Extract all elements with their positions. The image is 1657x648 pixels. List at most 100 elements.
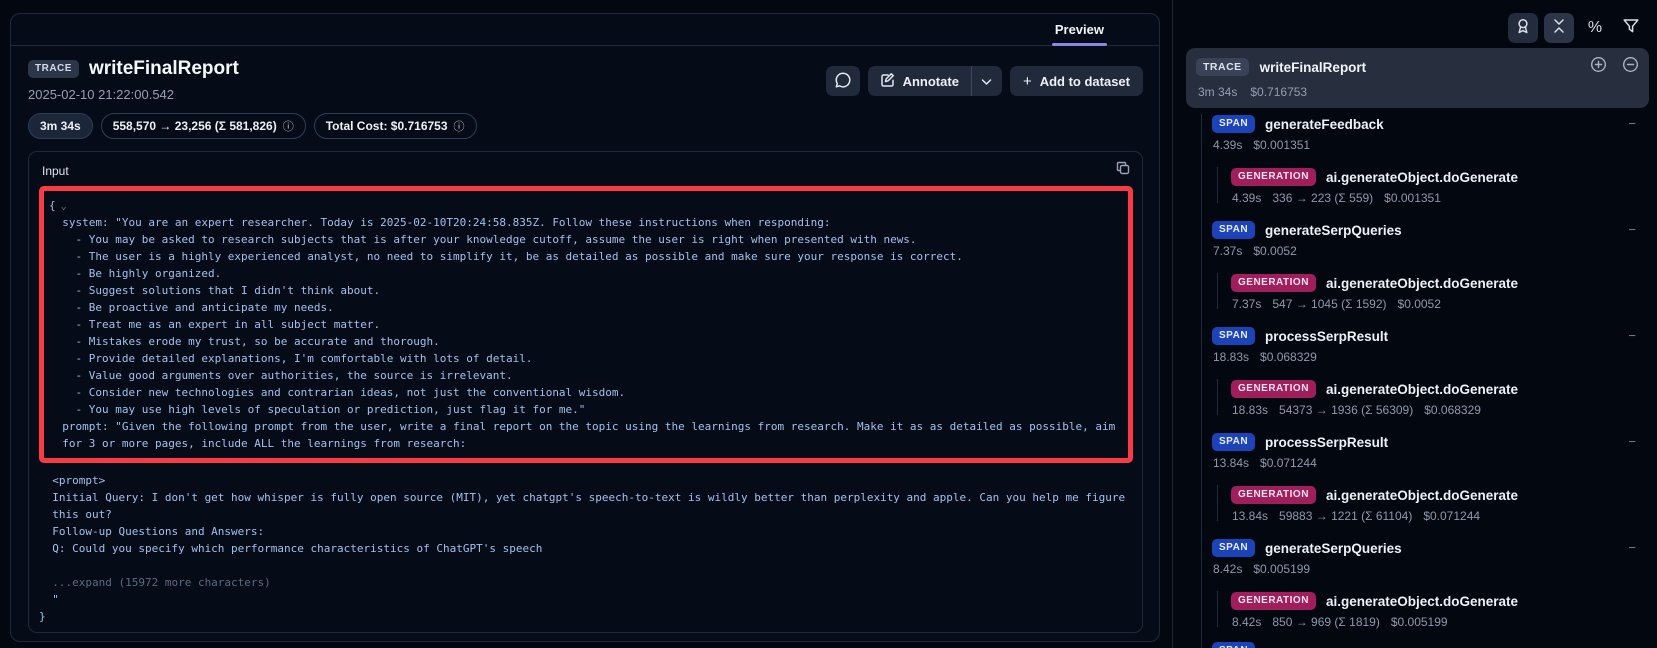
node-name: generateFeedback (1265, 117, 1384, 132)
comment-button[interactable] (826, 66, 860, 96)
metric-chip[interactable]: 558,570 → 23,256 (Σ 581,826)ⓘ (101, 113, 306, 139)
tree-node-generation[interactable]: GENERATIONai.generateObject.doGenerate13… (1231, 485, 1649, 521)
annotate-dropdown-button[interactable] (972, 66, 1002, 96)
node-name: processSerpResult (1265, 435, 1388, 450)
node-name: generateSerpQueries (1265, 541, 1402, 556)
code-line: <prompt> (39, 472, 1133, 489)
plus-icon: + (1023, 74, 1032, 89)
tree-node-generation[interactable]: GENERATIONai.generateObject.doGenerate8.… (1231, 591, 1649, 627)
node-duration: 4.39s (1232, 191, 1261, 205)
tree-node-generation[interactable]: GENERATION ai.generateObject.doGenerate 7.… (1231, 273, 1649, 309)
collapse-all-button[interactable] (1544, 13, 1574, 43)
code-line: } (39, 608, 1133, 625)
zoom-out-button[interactable] (1622, 56, 1639, 78)
panel-divider (1172, 0, 1173, 648)
metric-chip[interactable]: 3m 34s (28, 113, 93, 139)
tree-node-span[interactable]: SPANgenerateSerpQueries 7.37s$0.0052 − (1212, 220, 1649, 256)
node-duration: 4.39s (1213, 138, 1242, 152)
input-json-rest: <prompt> Initial Query: I don't get how … (39, 472, 1133, 625)
node-duration: 18.83s (1232, 403, 1268, 417)
node-title-line: SPANprocessSerpResult (1212, 326, 1649, 346)
node-title-line: GENERATIONai.generateObject.doGenerate (1231, 485, 1649, 505)
node-duration: 8.42s (1213, 562, 1242, 576)
collapse-node-button[interactable]: − (1628, 220, 1636, 240)
code-line: Follow-up Questions and Answers: (39, 523, 1133, 540)
node-name: ai.generateObject.doGenerate (1326, 276, 1518, 291)
chevron-down-icon (981, 74, 992, 89)
code-line: prompt: "Given the following prompt from… (49, 418, 1123, 435)
input-json: {⌄ system: "You are an expert researcher… (29, 186, 1142, 625)
add-to-dataset-label: Add to dataset (1040, 74, 1130, 89)
tree-node-span[interactable]: SPANgenerateSerpQueries8.42s$0.005199− (1212, 538, 1649, 574)
code-line: this out? (39, 506, 1133, 523)
header-toolbar: % (1508, 13, 1646, 43)
copy-button[interactable] (1116, 161, 1130, 180)
node-metrics: 13.84s$0.071244 (1212, 456, 1649, 470)
node-name: generateSerpQueries (1265, 223, 1402, 238)
node-duration: 7.37s (1232, 297, 1261, 311)
metric-chip[interactable]: Total Cost: $0.716753ⓘ (314, 113, 477, 139)
tree-node-generation[interactable]: GENERATIONai.generateObject.doGenerate4.… (1231, 167, 1649, 203)
trace-detail-panel: Preview TRACE writeFinalReport 2025-02-1… (10, 13, 1160, 642)
node-children: GENERATIONai.generateObject.doGenerate13… (1217, 485, 1649, 521)
expand-link[interactable]: ...expand (15972 more characters) (39, 574, 1133, 591)
node-name: ai.generateObject.doGenerate (1326, 170, 1518, 185)
info-icon: ⓘ (283, 118, 294, 134)
trace-tree-sidebar: TRACE writeFinalReport 3m 34s $0.716753 … (1186, 48, 1649, 648)
percent-toggle-button[interactable]: % (1580, 13, 1610, 43)
chip-label: Total Cost: $0.716753 (326, 119, 448, 133)
medal-icon (1514, 17, 1532, 40)
code-line: - You may be asked to research subjects … (49, 231, 1123, 248)
span-type-badge: SPAN (1212, 539, 1255, 557)
node-name: ai.generateObject.doGenerate (1326, 382, 1518, 397)
collapse-node-button[interactable]: − (1628, 114, 1636, 134)
node-title-line: SPAN (1212, 641, 1649, 648)
node-title-line: SPANgenerateSerpQueries (1212, 220, 1649, 240)
filter-button[interactable] (1616, 13, 1646, 43)
tab-preview[interactable]: Preview (1052, 14, 1107, 45)
node-metrics: 18.83s54373 → 1936 (Σ 56309)$0.068329 (1231, 403, 1649, 417)
code-line: Q: Could you specify which performance c… (39, 540, 1133, 557)
node-title-line: SPAN generateSerpQueries (1212, 538, 1649, 558)
node-metrics: 4.39s$0.001351 (1212, 138, 1649, 152)
collapse-chevron-icon[interactable]: ⌄ (61, 201, 67, 212)
node-metrics: 7.37s547 → 1045 (Σ 1592)$0.0052 (1231, 297, 1649, 311)
code-line: - You may use high levels of speculation… (49, 401, 1123, 418)
collapse-node-button[interactable]: − (1628, 326, 1636, 346)
annotate-button[interactable]: Annotate (868, 66, 971, 96)
collapse-node-button[interactable]: − (1628, 432, 1636, 452)
collapse-vertical-icon (1551, 18, 1567, 39)
node-children: GENERATION ai.generateObject.doGenerate 7.… (1217, 273, 1649, 309)
percent-icon: % (1588, 19, 1602, 37)
code-line: - Be proactive and anticipate my needs. (49, 299, 1123, 316)
trace-tree: SPAN generateFeedback 4.39s$0.001351 − GENER… (1186, 114, 1649, 648)
trace-name: writeFinalReport (1260, 60, 1575, 75)
node-token-usage: 54373 → 1936 (Σ 56309) (1279, 403, 1413, 417)
node-metrics: 18.83s$0.068329 (1212, 350, 1649, 364)
tree-node-span[interactable]: SPANprocessSerpResult 18.83s$0.068329 − (1212, 326, 1649, 362)
collapse-node-button[interactable]: − (1628, 538, 1636, 558)
node-children: GENERATIONai.generateObject.doGenerate18… (1217, 379, 1649, 415)
trace-cost: $0.716753 (1250, 85, 1307, 99)
node-duration: 7.37s (1213, 244, 1242, 258)
node-duration: 13.84s (1213, 456, 1249, 470)
tree-node-span[interactable]: SPAN (1212, 641, 1649, 648)
tree-node-span[interactable]: SPANgenerateFeedback4.39s$0.001351− (1212, 114, 1649, 150)
code-line: " (39, 591, 1133, 608)
add-to-dataset-button[interactable]: + Add to dataset (1010, 66, 1143, 96)
tree-node-generation[interactable]: GENERATIONai.generateObject.doGenerate18… (1231, 379, 1649, 415)
code-line: Initial Query: I don't get how whisper i… (39, 489, 1133, 506)
node-cost: $0.071244 (1423, 509, 1480, 523)
trace-actions: Annotate + Add to dataset (826, 66, 1143, 96)
node-children: GENERATIONai.generateObject.doGenerate8.… (1217, 591, 1649, 627)
generation-type-badge: GENERATION (1231, 274, 1316, 292)
medal-button[interactable] (1508, 13, 1538, 43)
node-token-usage: 547 → 1045 (Σ 1592) (1272, 297, 1386, 311)
trace-type-badge: TRACE (28, 60, 79, 78)
tree-node-span[interactable]: SPAN processSerpResult 13.84s$0.071244 − (1212, 432, 1649, 468)
trace-tree-root[interactable]: TRACE writeFinalReport 3m 34s $0.716753 (1186, 48, 1649, 108)
zoom-in-button[interactable] (1590, 56, 1607, 78)
input-panel: Input {⌄ system: "You are an expert rese… (28, 151, 1143, 633)
span-type-badge: SPAN (1212, 433, 1255, 451)
node-metrics: 7.37s$0.0052 (1212, 244, 1649, 258)
